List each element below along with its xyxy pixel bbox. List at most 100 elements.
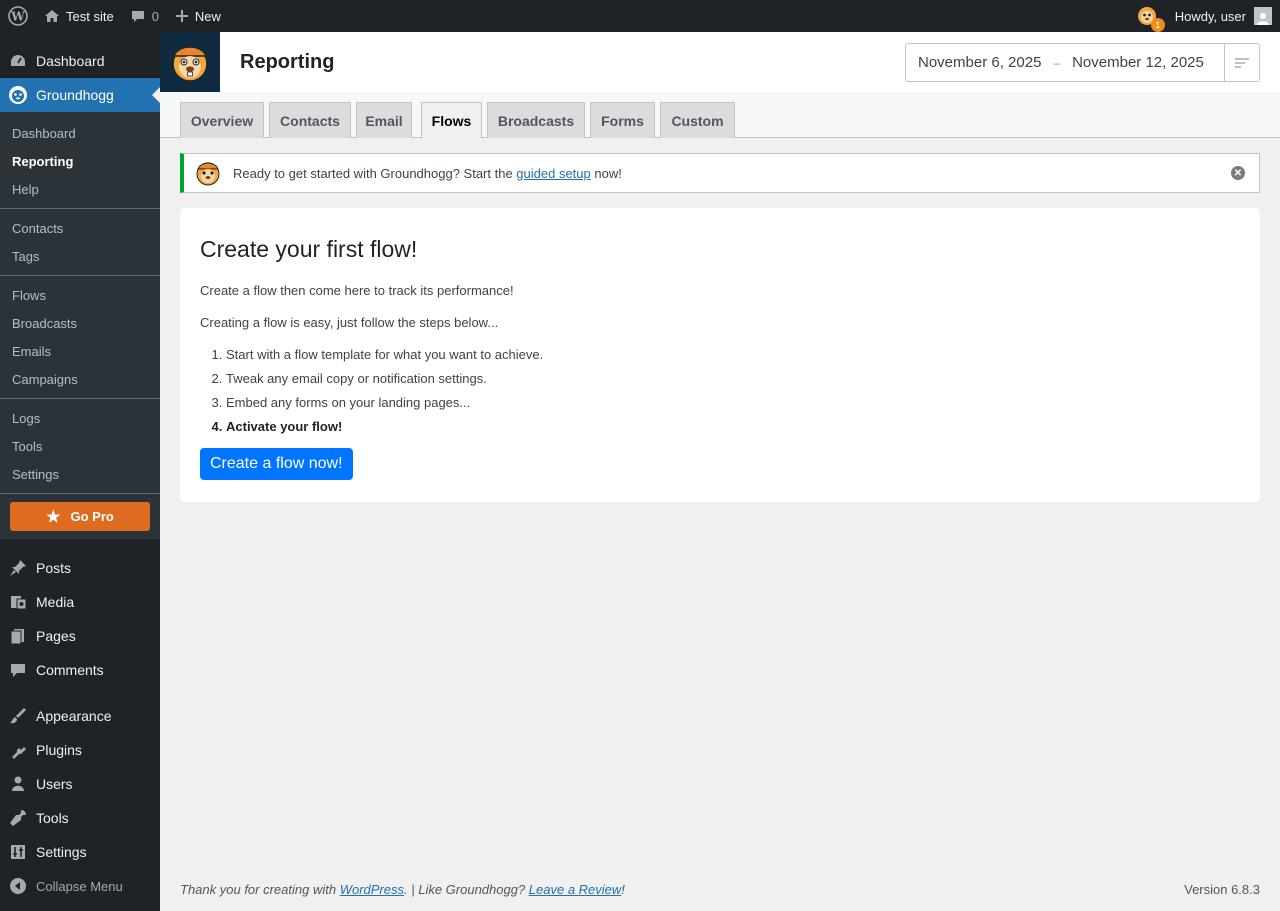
leave-review-link[interactable]: Leave a Review <box>529 882 622 897</box>
go-pro-button[interactable]: ★ Go Pro <box>10 502 150 531</box>
comments-icon <box>8 661 28 679</box>
groundhogg-logo <box>160 32 220 92</box>
tab-contacts[interactable]: Contacts <box>269 102 351 138</box>
empty-state-card: Create your first flow! Create a flow th… <box>180 208 1260 502</box>
card-instructions: Creating a flow is easy, just follow the… <box>200 315 499 330</box>
sidebar-item-media[interactable]: Media <box>0 585 160 619</box>
groundhogg-shield-icon <box>8 85 28 105</box>
wrench-icon <box>8 809 28 827</box>
tab-custom[interactable]: Custom <box>660 102 735 138</box>
groundhog-mascot-icon <box>196 162 220 186</box>
sidebar-item-plugins[interactable]: Plugins <box>0 733 160 767</box>
sidebar-item-tools[interactable]: Tools <box>0 801 160 835</box>
submenu-divider <box>0 398 160 399</box>
submenu-settings[interactable]: Settings <box>0 460 160 488</box>
guided-setup-link[interactable]: guided setup <box>516 166 590 181</box>
submenu-tags[interactable]: Tags <box>0 242 160 270</box>
pages-icon <box>8 627 28 645</box>
tab-email[interactable]: Email <box>356 102 412 138</box>
sidebar-item-label: Dashboard <box>36 53 105 69</box>
collapse-arrow-icon <box>8 877 28 895</box>
list-item: Activate your flow! <box>226 419 1240 434</box>
site-name-link[interactable]: Test site <box>36 0 122 32</box>
new-content-link[interactable]: New <box>167 0 229 32</box>
sidebar-item-comments[interactable]: Comments <box>0 653 160 687</box>
date-range-picker[interactable]: November 6, 2025 – November 12, 2025 <box>905 43 1260 82</box>
home-icon <box>44 8 60 24</box>
sidebar-item-groundhogg[interactable]: Groundhogg <box>0 78 160 112</box>
tab-broadcasts[interactable]: Broadcasts <box>487 102 585 138</box>
date-separator: – <box>1053 55 1061 70</box>
submenu-campaigns[interactable]: Campaigns <box>0 365 160 393</box>
comments-link[interactable]: 0 <box>122 0 167 32</box>
new-label: New <box>194 8 221 24</box>
svg-text:W: W <box>10 10 25 24</box>
filter-lines-icon <box>1235 57 1249 68</box>
groundhogg-submenu: Dashboard Reporting Help Contacts Tags F… <box>0 112 160 539</box>
star-icon: ★ <box>46 508 61 526</box>
collapse-menu-label: Collapse Menu <box>36 878 123 894</box>
wordpress-link[interactable]: WordPress <box>340 882 404 897</box>
dismiss-icon[interactable]: ✕ <box>1231 166 1245 180</box>
go-pro-label: Go Pro <box>70 509 114 524</box>
list-item: Start with a flow template for what you … <box>226 347 1240 362</box>
tab-flows[interactable]: Flows <box>421 102 482 139</box>
submenu-emails[interactable]: Emails <box>0 337 160 365</box>
date-end[interactable]: November 12, 2025 <box>1072 54 1204 71</box>
notice-text: Ready to get started with Groundhogg? St… <box>233 165 622 181</box>
plugin-icon <box>8 741 28 759</box>
groundhog-mascot-icon <box>172 46 208 82</box>
sidebar-item-posts[interactable]: Posts <box>0 551 160 585</box>
groundhogg-notifications-button[interactable]: 1 <box>1137 6 1165 32</box>
sidebar-item-users[interactable]: Users <box>0 767 160 801</box>
setup-notice: Ready to get started with Groundhogg? St… <box>180 153 1260 193</box>
submenu-reporting[interactable]: Reporting <box>0 147 160 175</box>
sidebar-item-label: Pages <box>36 628 76 644</box>
sidebar-item-dashboard[interactable]: Dashboard <box>0 44 160 78</box>
submenu-help[interactable]: Help <box>0 175 160 203</box>
comment-bubble-icon <box>130 8 146 24</box>
list-item: Tweak any email copy or notification set… <box>226 371 1240 386</box>
steps-list: Start with a flow template for what you … <box>226 347 1240 434</box>
pin-icon <box>8 559 28 577</box>
sliders-icon <box>8 843 28 861</box>
sidebar-item-label: Tools <box>36 810 69 826</box>
tab-overview[interactable]: Overview <box>180 102 264 138</box>
admin-sidebar: Dashboard Groundhogg Dashboard Reporting… <box>0 32 160 911</box>
brush-icon <box>8 707 28 725</box>
collapse-menu-button[interactable]: Collapse Menu <box>0 869 160 903</box>
list-item: Embed any forms on your landing pages... <box>226 395 1240 410</box>
comments-count: 0 <box>151 8 159 24</box>
sidebar-item-pages[interactable]: Pages <box>0 619 160 653</box>
create-flow-button[interactable]: Create a flow now! <box>200 448 353 480</box>
dashboard-gauge-icon <box>8 52 28 70</box>
sidebar-item-label: Appearance <box>36 708 112 724</box>
avatar[interactable] <box>1254 7 1272 25</box>
footer: Thank you for creating with WordPress. |… <box>180 882 1260 897</box>
tab-forms[interactable]: Forms <box>590 102 655 138</box>
report-tabs: Overview Contacts Email Flows Broadcasts… <box>160 92 1280 139</box>
submenu-logs[interactable]: Logs <box>0 404 160 432</box>
submenu-flows[interactable]: Flows <box>0 281 160 309</box>
sidebar-item-label: Media <box>36 594 75 610</box>
sidebar-item-label: Plugins <box>36 742 82 758</box>
submenu-tools[interactable]: Tools <box>0 432 160 460</box>
submenu-contacts[interactable]: Contacts <box>0 214 160 242</box>
notification-count-badge: 1 <box>1150 18 1165 32</box>
version-text: Version 6.8.3 <box>1184 882 1260 897</box>
wordpress-logo-icon[interactable]: W <box>0 0 36 32</box>
users-icon <box>8 775 28 793</box>
media-icon <box>8 593 28 611</box>
date-start[interactable]: November 6, 2025 <box>918 54 1041 71</box>
sidebar-item-label: Comments <box>36 662 104 678</box>
sidebar-item-appearance[interactable]: Appearance <box>0 699 160 733</box>
filter-button[interactable] <box>1224 44 1259 81</box>
howdy-user-link[interactable]: Howdy, user <box>1175 9 1246 24</box>
submenu-dashboard[interactable]: Dashboard <box>0 119 160 147</box>
sidebar-item-settings[interactable]: Settings <box>0 835 160 869</box>
card-intro: Create a flow then come here to track it… <box>200 283 514 298</box>
site-name: Test site <box>66 8 114 24</box>
sidebar-item-label: Users <box>36 776 73 792</box>
submenu-broadcasts[interactable]: Broadcasts <box>0 309 160 337</box>
sidebar-item-label: Settings <box>36 844 87 860</box>
